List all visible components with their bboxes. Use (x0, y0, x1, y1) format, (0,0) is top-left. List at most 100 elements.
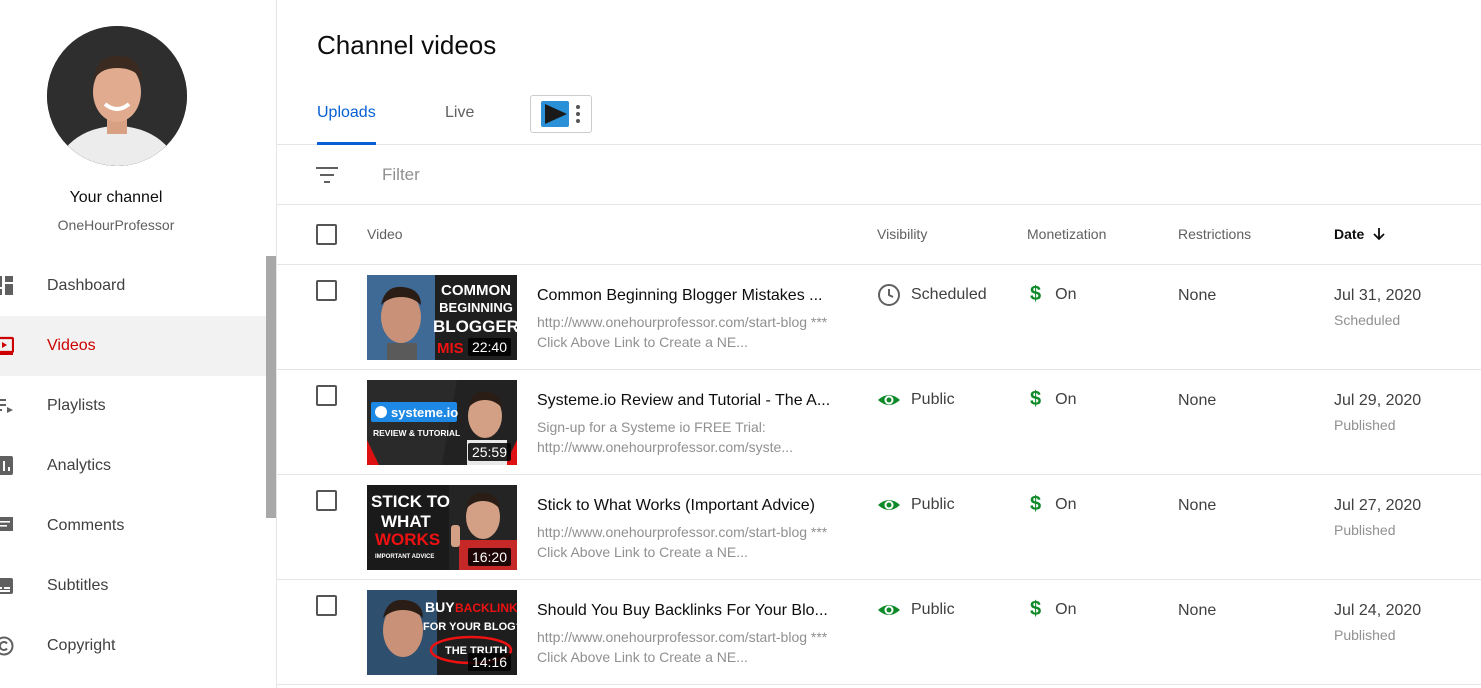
thumb-text: BACKLINKS (455, 601, 517, 615)
thumb-text: systeme.io (391, 405, 458, 420)
thumb-text: FOR YOUR BLOG? (423, 621, 517, 633)
monetization-cell[interactable]: $ On (1030, 388, 1076, 411)
tab-live[interactable]: Live (445, 104, 474, 144)
eye-icon (878, 395, 900, 405)
select-all-checkbox[interactable] (316, 224, 337, 245)
sidebar-item-label: Comments (47, 517, 125, 534)
sidebar-item-label: Videos (47, 337, 96, 354)
tab-uploads[interactable]: Uploads (317, 104, 376, 145)
thumb-text: STICK TO (371, 492, 450, 511)
video-description: http://www.onehourprofessor.com/start-bl… (537, 629, 828, 665)
column-header-video: Video (367, 226, 403, 242)
sidebar-item-label: Analytics (47, 457, 112, 474)
video-thumbnail[interactable]: COMMON BEGINNING BLOGGER MIS 22:40 (367, 275, 517, 360)
comments-icon (0, 516, 14, 536)
video-thumbnail[interactable]: systeme.io REVIEW & TUTORIAL 25:59 (367, 380, 517, 465)
extension-button[interactable] (530, 95, 592, 133)
video-thumbnail[interactable]: STICK TO WHAT WORKS IMPORTANT ADVICE 16:… (367, 485, 517, 570)
sidebar-item-videos[interactable]: Videos (0, 316, 266, 376)
table-row[interactable]: systeme.io REVIEW & TUTORIAL 25:59 Syste… (277, 370, 1481, 475)
monetization-cell[interactable]: $ On (1030, 283, 1076, 306)
video-title[interactable]: Should You Buy Backlinks For Your Blo... (537, 602, 832, 620)
sidebar-item-subtitles[interactable]: Subtitles (0, 556, 266, 616)
dashboard-icon (0, 276, 14, 296)
sidebar-item-label: Dashboard (47, 277, 126, 294)
dollar-icon: $ (1030, 598, 1042, 620)
extension-logo-icon (541, 101, 569, 127)
analytics-icon (0, 456, 14, 476)
page-title: Channel videos (317, 30, 497, 60)
thumb-text: REVIEW & TUTORIAL (373, 428, 460, 438)
filter-icon[interactable] (315, 165, 339, 185)
monetization-cell[interactable]: $ On (1030, 598, 1076, 621)
visibility-cell[interactable]: Public (877, 598, 955, 622)
visibility-label: Scheduled (911, 286, 987, 303)
video-date: Jul 24, 2020 (1334, 602, 1422, 619)
row-checkbox[interactable] (316, 595, 337, 616)
video-duration: 16:20 (467, 548, 511, 566)
visibility-cell[interactable]: Public (877, 493, 955, 517)
sidebar: Your channel OneHourProfessor Dashboard … (0, 0, 277, 688)
column-header-restrictions: Restrictions (1178, 226, 1252, 242)
column-header-date[interactable]: Date (1334, 226, 1386, 242)
restrictions-cell: None (1178, 392, 1217, 409)
main-content: Channel videos Uploads Live Video Visibi… (277, 0, 1481, 688)
thumb-text: BLOGGER (433, 317, 517, 336)
video-title[interactable]: Stick to What Works (Important Advice) (537, 497, 832, 515)
channel-handle: OneHourProfessor (57, 217, 175, 233)
visibility-cell[interactable]: Scheduled (877, 283, 987, 307)
visibility-cell[interactable]: Public (877, 388, 955, 412)
playlists-icon (0, 396, 14, 416)
sidebar-item-label: Copyright (47, 637, 116, 654)
sidebar-item-analytics[interactable]: Analytics (0, 436, 266, 496)
video-duration: 22:40 (467, 338, 511, 356)
column-header-monetization: Monetization (1027, 226, 1107, 242)
sidebar-scrollbar[interactable] (266, 256, 276, 518)
restrictions-cell: None (1178, 287, 1217, 304)
thumb-text: IMPORTANT ADVICE (375, 554, 434, 560)
row-checkbox[interactable] (316, 385, 337, 406)
tab-bar: Uploads Live (277, 90, 1481, 145)
sidebar-item-copyright[interactable]: Copyright (0, 616, 266, 676)
video-status: Published (1334, 627, 1396, 643)
thumb-text: BEGINNING (439, 300, 513, 315)
eye-icon (878, 500, 900, 510)
video-duration: 14:16 (467, 653, 511, 671)
row-checkbox[interactable] (316, 490, 337, 511)
video-description: http://www.onehourprofessor.com/start-bl… (537, 314, 828, 350)
column-header-date-label: Date (1334, 226, 1365, 242)
filter-bar (277, 145, 1481, 205)
table-header: Video Visibility Monetization Restrictio… (277, 205, 1481, 265)
restrictions-cell: None (1178, 497, 1217, 514)
row-checkbox[interactable] (316, 280, 337, 301)
sidebar-nav: Dashboard Videos Playlists Analytics Com… (0, 256, 266, 676)
video-status: Published (1334, 417, 1396, 433)
thumb-text: COMMON (441, 282, 511, 299)
monetization-label: On (1055, 495, 1077, 513)
table-row[interactable]: STICK TO WHAT WORKS IMPORTANT ADVICE 16:… (277, 475, 1481, 580)
visibility-label: Public (911, 496, 955, 513)
channel-avatar[interactable] (47, 26, 187, 166)
thumb-text: MIS (437, 340, 464, 357)
monetization-cell[interactable]: $ On (1030, 493, 1076, 516)
thumb-text: WHAT (381, 512, 431, 531)
video-description: http://www.onehourprofessor.com/start-bl… (537, 524, 828, 560)
sidebar-item-dashboard[interactable]: Dashboard (0, 256, 266, 316)
video-date: Jul 29, 2020 (1334, 392, 1422, 409)
sidebar-item-playlists[interactable]: Playlists (0, 376, 266, 436)
sidebar-item-comments[interactable]: Comments (0, 496, 266, 556)
video-thumbnail[interactable]: BUY BACKLINKS FOR YOUR BLOG? THE TRUTH 1… (367, 590, 517, 675)
dollar-icon: $ (1030, 493, 1042, 515)
visibility-label: Public (911, 391, 955, 408)
table-row[interactable]: COMMON BEGINNING BLOGGER MIS 22:40 Commo… (277, 265, 1481, 370)
monetization-label: On (1055, 600, 1077, 618)
dollar-icon: $ (1030, 388, 1042, 410)
sidebar-item-label: Subtitles (47, 577, 109, 594)
video-title[interactable]: Systeme.io Review and Tutorial - The A..… (537, 392, 832, 410)
video-title[interactable]: Common Beginning Blogger Mistakes ... (537, 287, 832, 305)
video-description: Sign-up for a Systeme io FREE Trial: htt… (537, 419, 794, 455)
filter-input[interactable] (382, 161, 782, 189)
table-row[interactable]: BUY BACKLINKS FOR YOUR BLOG? THE TRUTH 1… (277, 580, 1481, 685)
video-duration: 25:59 (467, 443, 511, 461)
video-status: Published (1334, 522, 1396, 538)
